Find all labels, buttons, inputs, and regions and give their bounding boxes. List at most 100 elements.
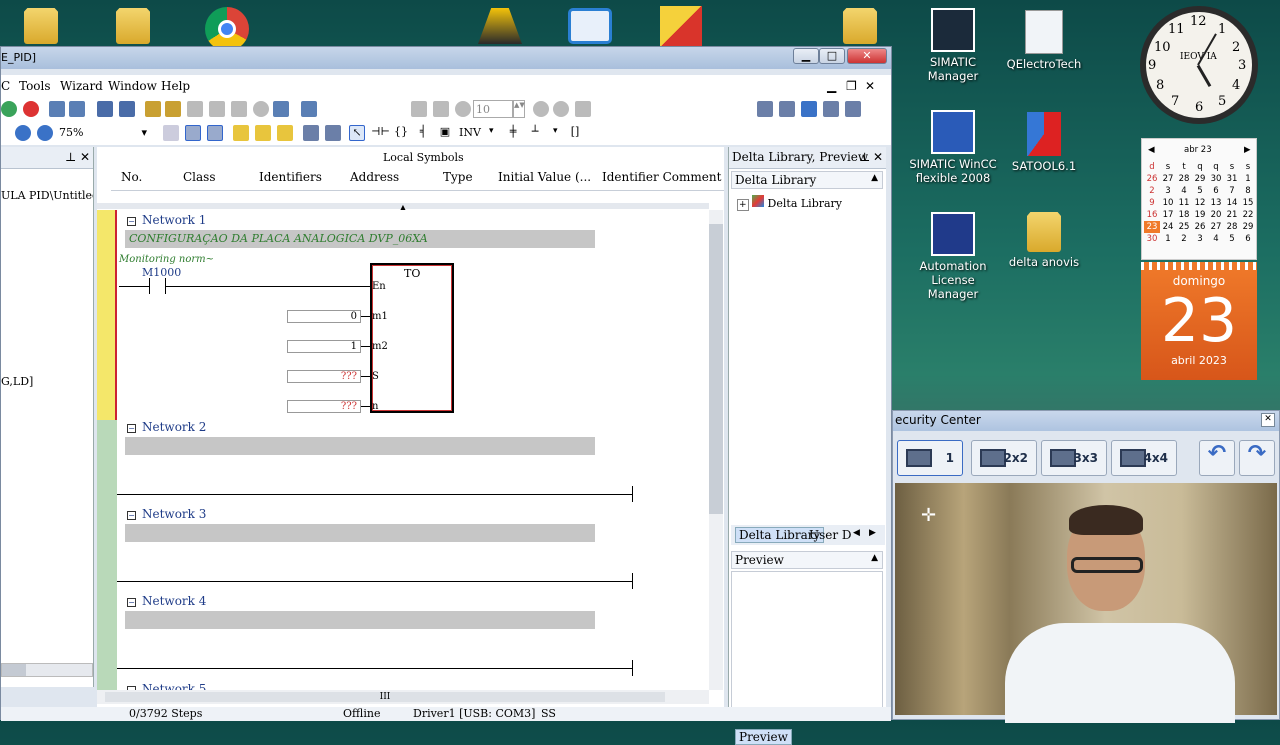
window-icon[interactable] — [801, 101, 817, 117]
network-3-comment[interactable] — [125, 524, 595, 542]
mdi-minimize-button[interactable]: ▁ — [827, 79, 836, 93]
step-spinner[interactable]: ▲▼ — [513, 100, 525, 118]
zoom-out-icon[interactable] — [37, 125, 53, 141]
disabled-icon[interactable] — [533, 101, 549, 117]
disabled-icon[interactable] — [209, 101, 225, 117]
inv-button[interactable]: INV — [459, 126, 481, 139]
satool-shortcut[interactable]: SATOOL6.1 — [999, 112, 1089, 173]
pointer-icon[interactable]: ↖ — [349, 125, 365, 141]
menu-tools[interactable]: Tools — [19, 79, 51, 93]
calendar-cell[interactable]: q — [1192, 161, 1208, 173]
calendar-cell[interactable]: 9 — [1144, 197, 1160, 209]
tree-icon[interactable] — [301, 101, 317, 117]
col-initial-value[interactable]: Initial Value (... — [498, 170, 591, 184]
calendar-cell[interactable]: 4 — [1176, 185, 1192, 197]
tab-scroll-left-icon[interactable]: ◀ — [853, 528, 860, 538]
col-identifier-comment[interactable]: Identifier Comment — [602, 170, 721, 184]
calendar-cell[interactable]: 6 — [1208, 185, 1224, 197]
layout-3x3-button[interactable]: 3x3 — [1041, 440, 1107, 476]
calendar-cell[interactable]: 17 — [1160, 209, 1176, 221]
window-icon[interactable] — [779, 101, 795, 117]
calendar-cell[interactable]: 11 — [1176, 197, 1192, 209]
mdi-restore-button[interactable]: ❐ — [846, 79, 857, 93]
expand-icon[interactable]: + — [737, 199, 749, 211]
disabled-icon[interactable] — [411, 101, 427, 117]
window-icon[interactable] — [757, 101, 773, 117]
calendar-cell[interactable]: 2 — [1144, 185, 1160, 197]
settings-icon[interactable] — [165, 101, 181, 117]
layout-2x2-button[interactable]: 2x2 — [971, 440, 1037, 476]
layout-1-button[interactable]: 1 — [897, 440, 963, 476]
bulb-icon[interactable] — [253, 101, 269, 117]
calendar-cell[interactable]: 30 — [1208, 173, 1224, 185]
redo-icon[interactable] — [575, 101, 591, 117]
pin-icon[interactable]: ⊥ — [859, 150, 870, 164]
vertical-scrollbar[interactable] — [709, 210, 723, 690]
box-icon[interactable] — [660, 6, 702, 46]
folder-open-icon[interactable] — [255, 125, 271, 141]
folder-icon[interactable] — [116, 8, 150, 44]
grid-icon[interactable] — [207, 125, 223, 141]
qelectrotech-shortcut[interactable]: QElectroTech — [999, 10, 1089, 71]
calendar-cell[interactable]: 28 — [1224, 221, 1240, 233]
calendar-cell[interactable]: 29 — [1192, 173, 1208, 185]
screen-capture-icon[interactable] — [568, 8, 612, 44]
prev-month-arrow[interactable]: ◀ — [1148, 145, 1155, 155]
project-path[interactable]: ULA PID\Untitled0 — [1, 189, 93, 202]
collapse-icon[interactable]: − — [127, 598, 136, 607]
col-no[interactable]: No. — [121, 170, 142, 184]
download-icon[interactable] — [49, 101, 65, 117]
project-item[interactable]: G,LD] — [1, 375, 33, 388]
redo-button[interactable]: ↷ — [1239, 440, 1275, 476]
box-icon[interactable]: [] — [567, 125, 583, 141]
automation-license-manager-shortcut[interactable]: Automation License Manager — [908, 212, 998, 301]
calendar-cell[interactable]: 18 — [1176, 209, 1192, 221]
folder-icon[interactable] — [843, 8, 877, 44]
calendar-cell[interactable]: 27 — [1160, 173, 1176, 185]
disabled-icon[interactable] — [433, 101, 449, 117]
n-input[interactable]: ??? — [287, 400, 361, 413]
tools-icon[interactable] — [478, 8, 522, 44]
folder-open-icon[interactable] — [277, 125, 293, 141]
network-3-title[interactable]: − Network 3 — [127, 507, 206, 521]
network-4-comment[interactable] — [125, 611, 595, 629]
window-icon[interactable] — [845, 101, 861, 117]
network-icon[interactable] — [273, 101, 289, 117]
calendar-cell[interactable]: 22 — [1240, 209, 1256, 221]
calendar-cell[interactable]: 5 — [1224, 233, 1240, 245]
tab-scroll-right-icon[interactable]: ▶ — [869, 528, 876, 538]
branch-dropdown-icon[interactable]: ▾ — [553, 126, 558, 136]
function-icon[interactable]: ▣ — [437, 125, 453, 141]
menu-help[interactable]: Help — [161, 79, 190, 93]
tab-user-library[interactable]: User D — [809, 528, 852, 542]
m1-input[interactable]: 0 — [287, 310, 361, 323]
calendar-cell[interactable]: 7 — [1224, 185, 1240, 197]
calendar-cell[interactable]: 15 — [1240, 197, 1256, 209]
network-4-title[interactable]: − Network 4 — [127, 594, 206, 608]
folder-open-icon[interactable] — [233, 125, 249, 141]
disabled-icon[interactable] — [231, 101, 247, 117]
collapse-icon[interactable]: − — [127, 217, 136, 226]
upload-icon[interactable] — [69, 101, 85, 117]
contact-no-icon[interactable]: ⊣⊢ — [371, 125, 390, 141]
calendar-cell[interactable]: s — [1240, 161, 1256, 173]
undo-button[interactable]: ↶ — [1199, 440, 1235, 476]
pin-icon[interactable]: ⊥ — [65, 150, 76, 164]
calendar-cell[interactable]: 4 — [1208, 233, 1224, 245]
close-panel-icon[interactable]: ✕ — [80, 150, 90, 164]
monitor-icon[interactable] — [119, 101, 135, 117]
branch-icon[interactable]: ┴ — [527, 125, 543, 141]
branch-icon[interactable]: ╪ — [505, 125, 521, 141]
col-address[interactable]: Address — [350, 170, 399, 184]
horizontal-scrollbar[interactable] — [1, 663, 93, 677]
symbol-icon[interactable] — [163, 125, 179, 141]
network-5-title[interactable]: −Network 5 — [127, 682, 206, 690]
zoom-in-icon[interactable] — [15, 125, 31, 141]
contact-nc-icon[interactable]: {} — [393, 125, 409, 141]
simatic-manager-shortcut[interactable]: SIMATIC Manager — [908, 8, 998, 83]
calendar-cell[interactable]: 31 — [1224, 173, 1240, 185]
close-button[interactable]: ✕ — [847, 48, 887, 64]
calendar-cell[interactable]: 2 — [1176, 233, 1192, 245]
horizontal-scrollbar[interactable]: III — [97, 690, 709, 704]
network-2-title[interactable]: − Network 2 — [127, 420, 206, 434]
